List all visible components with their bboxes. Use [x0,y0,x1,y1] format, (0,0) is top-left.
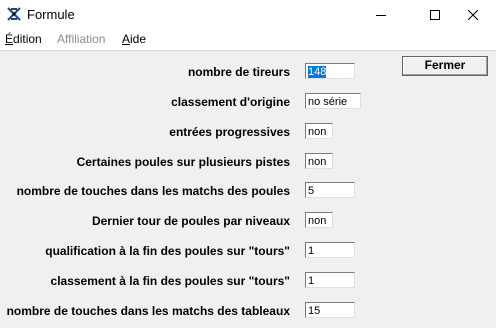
minimize-button[interactable] [358,0,404,29]
minimize-icon [376,14,386,16]
app-icon[interactable] [6,6,22,22]
maximize-icon [430,9,440,20]
field-nombre-tireurs-value: 148 [308,66,327,78]
fermer-button[interactable]: Fermer [402,56,488,76]
label-poules-plusieurs-pistes: Certaines poules sur plusieurs pistes [76,155,290,169]
label-nombre-tireurs: nombre de tireurs [187,65,290,79]
label-touches-tableaux: nombre de touches dans les matchs des ta… [6,304,290,318]
field-touches-tableaux[interactable]: 15 [305,302,355,318]
field-nombre-tireurs[interactable]: 148 [305,63,355,79]
menu-aide-rest: ide [130,32,147,46]
label-qualification-tours: qualification à la fin des poules sur "t… [45,244,290,258]
menu-edition-rest: dition [13,32,42,46]
menu-edition-accel: É [5,32,14,46]
field-poules-plusieurs-pistes[interactable]: non [305,153,333,169]
field-touches-poules[interactable]: 5 [305,182,355,198]
menu-aide-accel: A [122,32,131,46]
label-classement-tours: classement à la fin des poules sur "tour… [50,274,290,288]
menu-edition[interactable]: Édition [5,32,42,46]
label-classement-origine: classement d'origine [171,95,290,109]
window-title: Formule [27,7,75,22]
menu-bar: Édition Affiliation Aide [0,29,496,50]
close-window-button[interactable] [450,0,496,29]
label-entrees-progressives: entrées progressives [169,125,290,139]
menu-aide[interactable]: Aide [122,32,146,46]
field-entrees-progressives[interactable]: non [305,123,333,139]
field-qualification-tours[interactable]: 1 [305,242,355,258]
field-dernier-tour-niveaux[interactable]: non [305,212,333,228]
menu-affiliation[interactable]: Affiliation [57,32,105,46]
label-dernier-tour-niveaux: Dernier tour de poules par niveaux [91,214,290,228]
field-classement-tours[interactable]: 1 [305,272,355,288]
label-touches-poules: nombre de touches dans les matchs des po… [16,184,290,198]
close-icon [468,9,478,20]
title-bar: Formule [0,0,496,29]
field-classement-origine[interactable]: no série [305,93,361,109]
